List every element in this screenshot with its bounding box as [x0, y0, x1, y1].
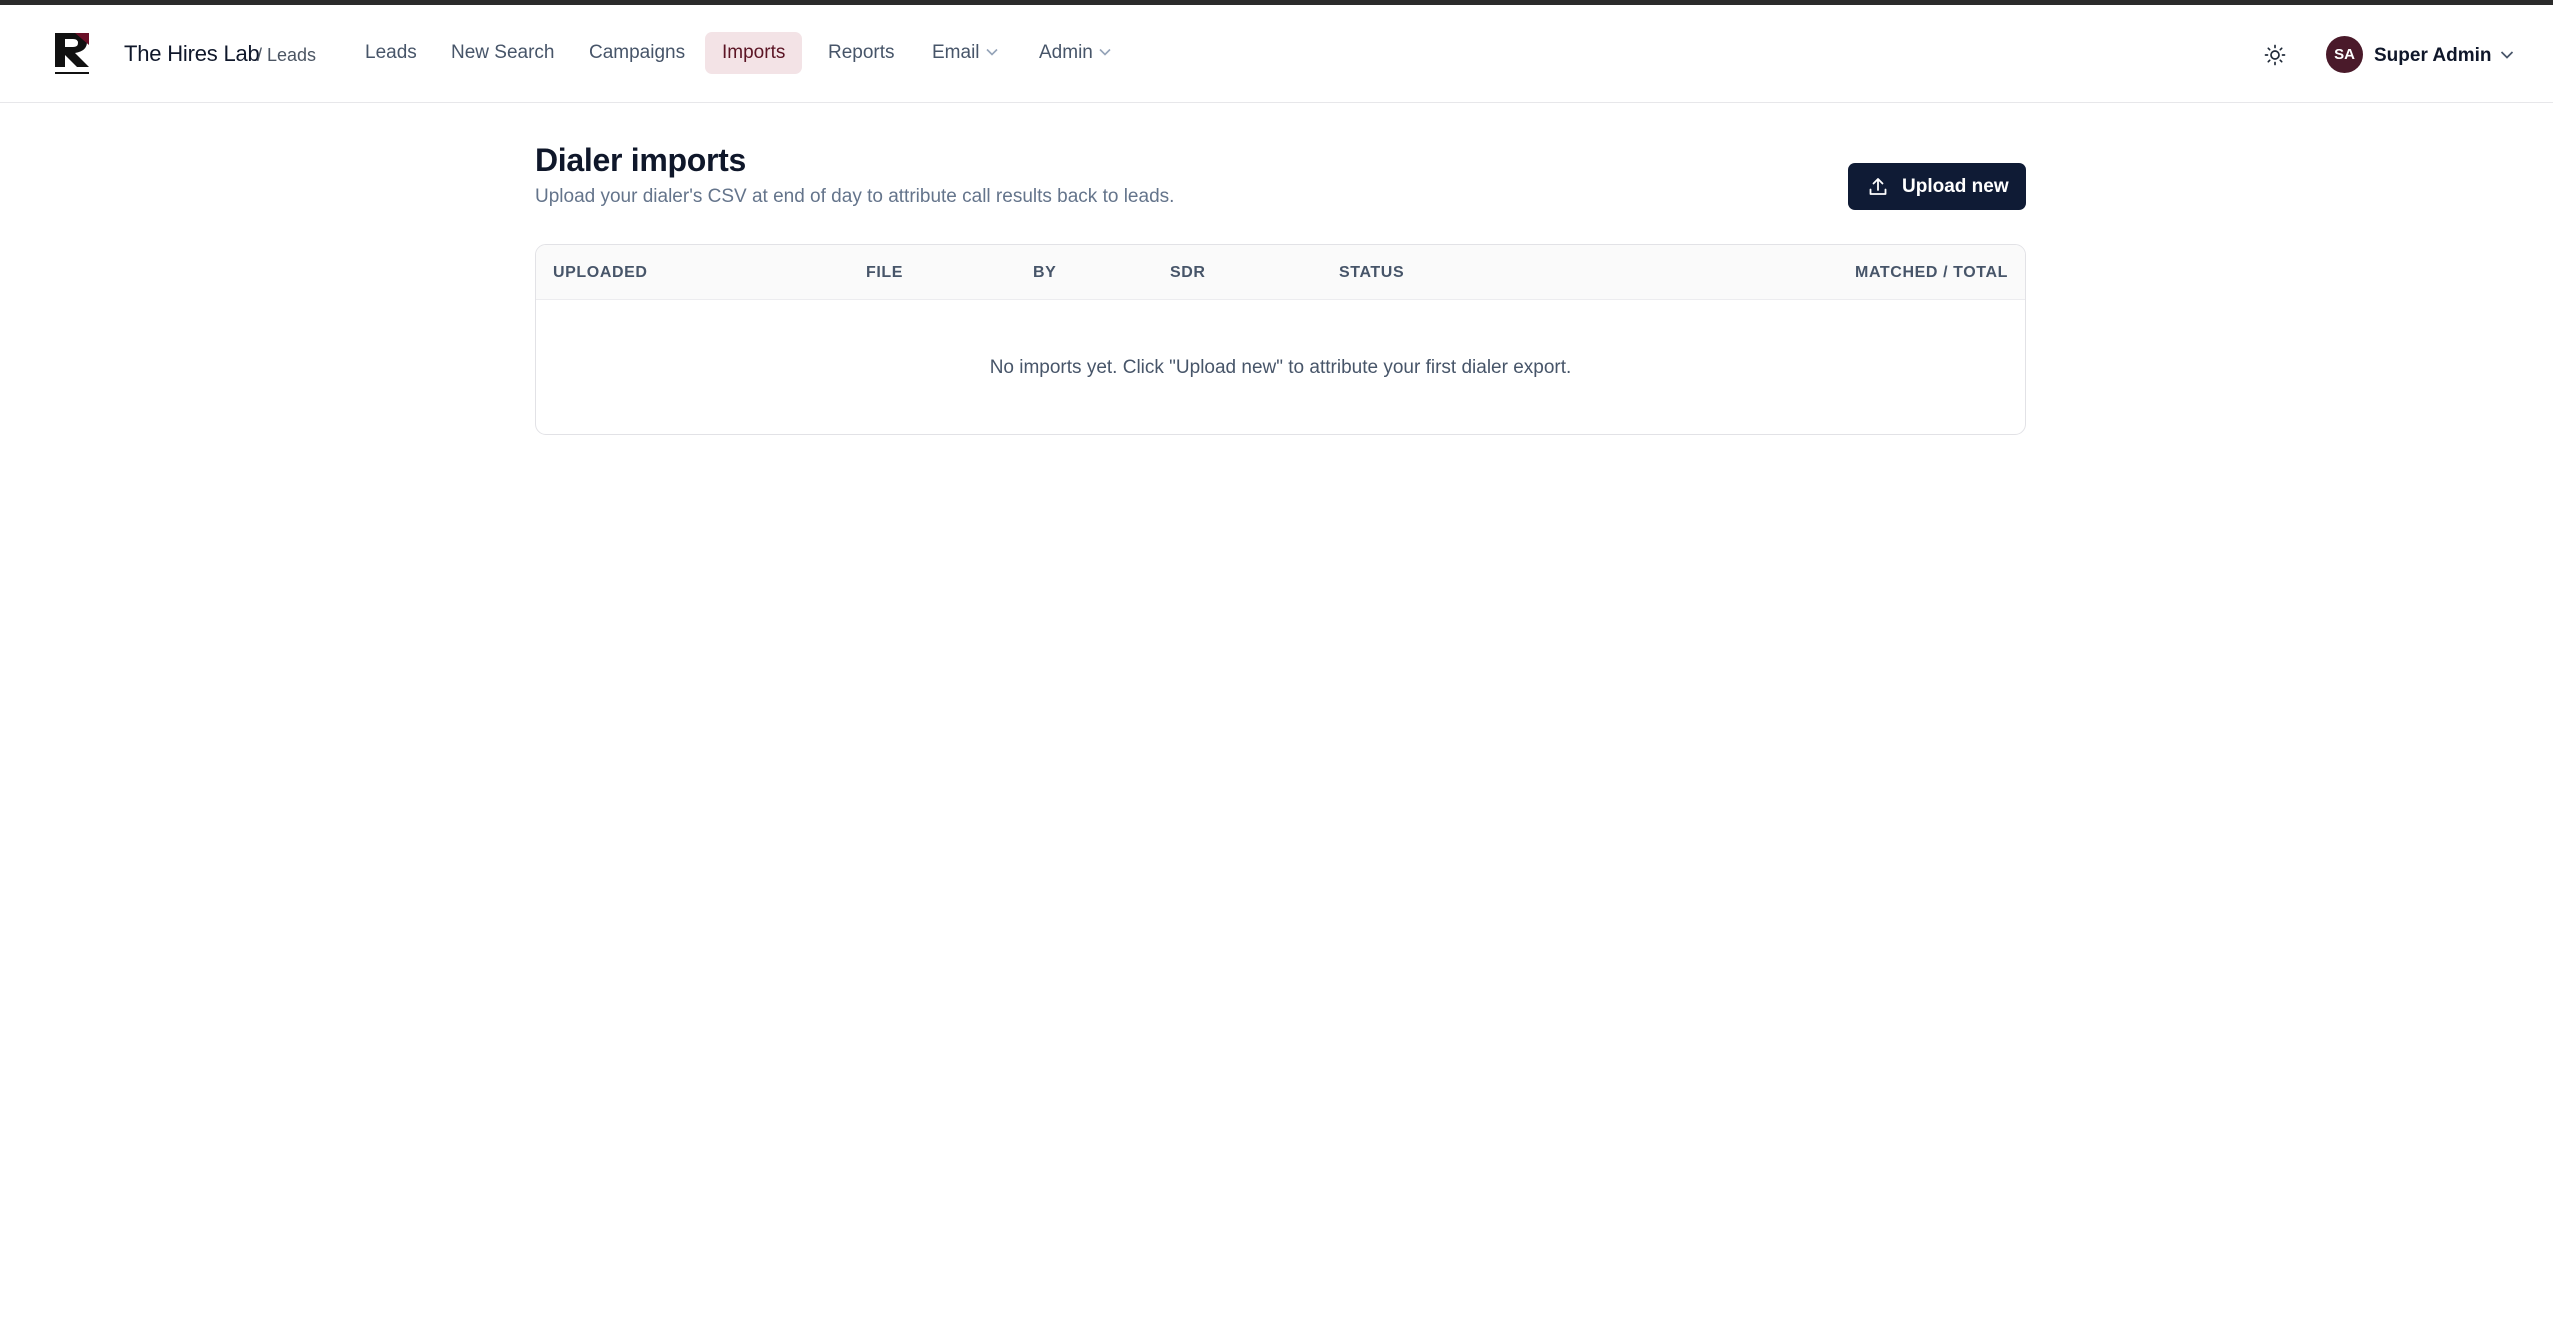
page-description: Upload your dialer's CSV at end of day t… [535, 186, 1175, 207]
nav-label: Leads [365, 42, 417, 63]
chevron-down-icon [985, 48, 998, 56]
brand-name[interactable]: The Hires Lab [124, 41, 260, 67]
column-header-file: FILE [866, 264, 904, 281]
table-header: UPLOADED FILE BY SDR STATUS MATCHED / TO… [536, 245, 2025, 300]
upload-new-button[interactable]: Upload new [1848, 163, 2026, 210]
logo-icon[interactable] [51, 31, 93, 77]
column-header-by: BY [1033, 264, 1057, 281]
nav-leads[interactable]: Leads [348, 32, 434, 74]
chevron-down-icon[interactable] [2500, 50, 2514, 60]
nav-label: New Search [451, 42, 555, 63]
column-header-uploaded: UPLOADED [553, 264, 648, 281]
nav-campaigns[interactable]: Campaigns [572, 32, 702, 74]
nav-admin-dropdown[interactable]: Admin [1022, 32, 1128, 74]
chevron-down-icon [1099, 48, 1111, 56]
nav-label: Reports [828, 42, 895, 63]
avatar[interactable]: SA [2326, 36, 2363, 73]
nav-imports[interactable]: Imports [705, 32, 803, 74]
nav-new-search[interactable]: New Search [434, 32, 572, 74]
nav-label: Imports [722, 42, 786, 63]
nav-label: Email [932, 42, 980, 63]
top-navbar: The Hires Lab / Leads Leads New Search C… [0, 5, 2553, 103]
brand-subtitle: / Leads [257, 45, 317, 65]
nav-label: Admin [1039, 42, 1093, 63]
empty-state-message: No imports yet. Click "Upload new" to at… [989, 357, 1572, 378]
nav-reports[interactable]: Reports [811, 32, 912, 74]
nav-label: Campaigns [589, 42, 686, 63]
upload-icon [1869, 178, 1887, 195]
upload-new-label: Upload new [1902, 176, 2009, 197]
sun-icon[interactable] [2264, 44, 2286, 66]
column-header-sdr: SDR [1170, 264, 1206, 281]
page-title: Dialer imports [535, 142, 746, 178]
nav-email-dropdown[interactable]: Email [915, 32, 1015, 74]
user-name[interactable]: Super Admin [2374, 45, 2492, 67]
imports-table: UPLOADED FILE BY SDR STATUS MATCHED / TO… [535, 244, 2026, 435]
column-header-matched-total: MATCHED / TOTAL [1855, 264, 2008, 281]
column-header-status: STATUS [1339, 264, 1405, 281]
